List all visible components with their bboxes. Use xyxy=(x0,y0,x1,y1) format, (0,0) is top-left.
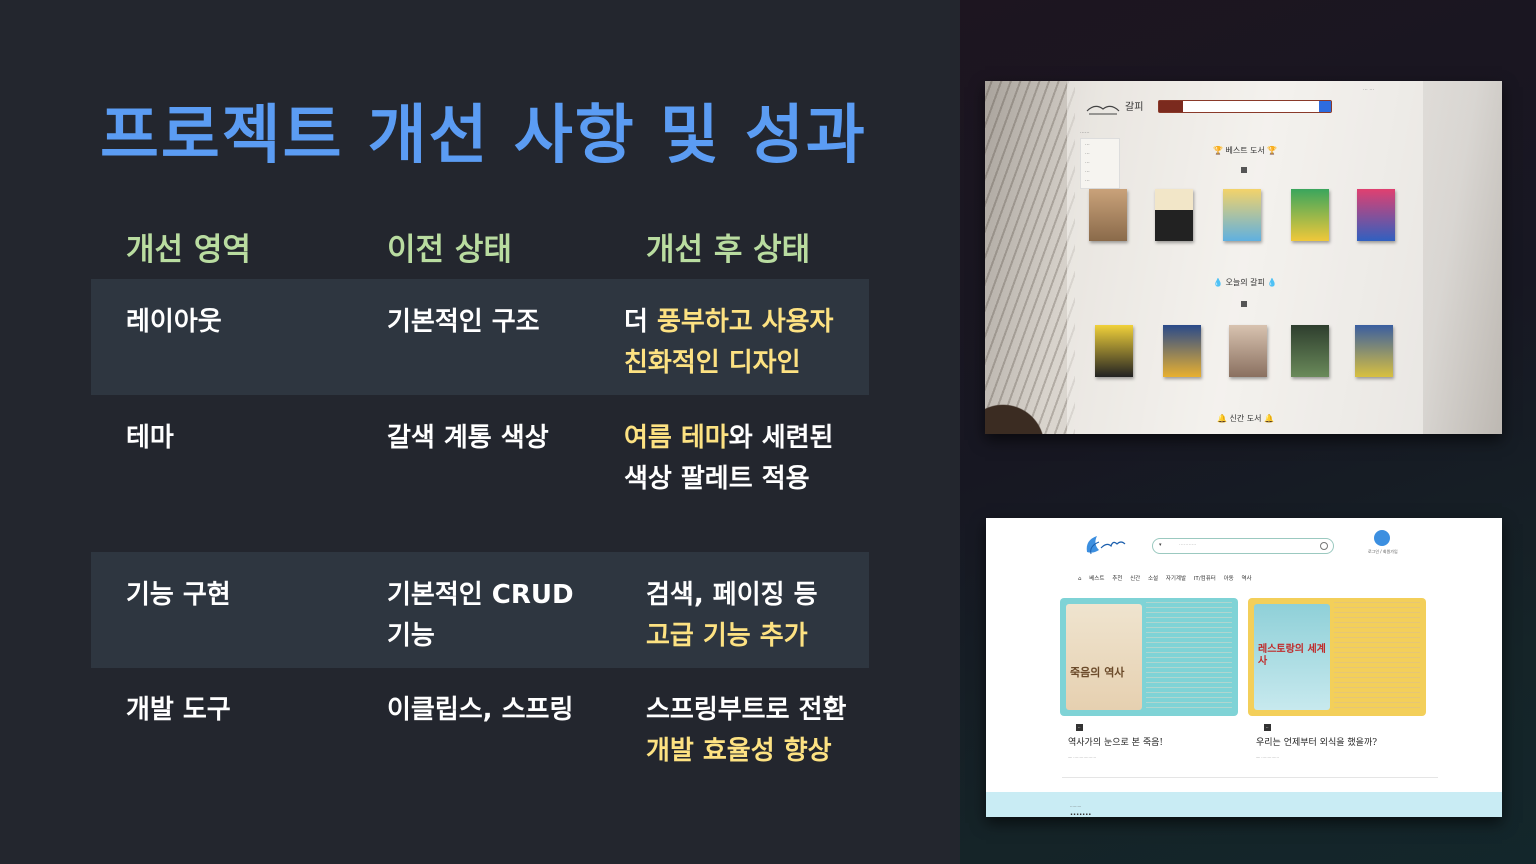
slide-title: 프로젝트 개선 사항 및 성과 xyxy=(100,99,867,173)
row3-before-line2: 기능 xyxy=(387,621,435,651)
old-book-3 xyxy=(1223,189,1261,241)
card1-subtext: — ·················· xyxy=(1068,755,1097,760)
nav-item: 베스트 xyxy=(1089,576,1105,582)
nav-item: IT/컴퓨터 xyxy=(1193,576,1216,582)
old-book-5 xyxy=(1357,189,1395,241)
home-icon: ⌂ xyxy=(1078,576,1082,582)
feature-card-1: 죽음의 역사 xyxy=(1060,598,1238,716)
row2-after-line1: 여름 테마와 세련된 xyxy=(624,423,834,453)
card2-cover-title: 레스토랑의 세계사 xyxy=(1258,644,1326,667)
user-avatar-icon xyxy=(1374,530,1390,546)
old-book-4 xyxy=(1291,189,1329,241)
row2-before: 갈색 계통 색상 xyxy=(387,423,549,453)
band-title: ······· xyxy=(1070,810,1092,817)
row1-after-line2: 친화적인 디자인 xyxy=(624,348,801,378)
old-book-1 xyxy=(1089,189,1127,241)
card2-tag: ·· xyxy=(1264,724,1271,731)
old-search-button xyxy=(1319,101,1331,112)
new-site-screenshot: ▾ ··········· 로그인 / 회원가입 ⌂ 베스트 추천 신간 소설 … xyxy=(986,518,1502,817)
slide-left-panel: 프로젝트 개선 사항 및 성과 개선 영역 이전 상태 개선 후 상태 레이아웃… xyxy=(0,0,960,864)
row4-before: 이클립스, 스프링 xyxy=(387,695,574,725)
old-search-bar xyxy=(1158,100,1332,113)
old-book-6 xyxy=(1095,325,1133,377)
card2-cover: 레스토랑의 세계사 xyxy=(1254,604,1330,710)
nav-item: 아동 xyxy=(1223,576,1234,582)
old-site-panel xyxy=(1067,81,1423,434)
card2-description xyxy=(1334,602,1420,712)
row3-after-line1: 검색, 페이징 등 xyxy=(646,580,818,610)
old-book-8 xyxy=(1229,325,1267,377)
nav-item: 소설 xyxy=(1147,576,1159,582)
row3-after-line2: 고급 기능 추가 xyxy=(646,621,808,651)
new-search-placeholder: ··········· xyxy=(1179,542,1197,548)
nav-item: 추천 xyxy=(1112,576,1123,582)
card1-cover: 죽음의 역사 xyxy=(1066,604,1142,710)
old-book-7 xyxy=(1163,325,1201,377)
book-logo-icon xyxy=(1086,105,1120,115)
band-subtitle: ········· xyxy=(1070,804,1082,809)
old-book-10 xyxy=(1355,325,1393,377)
row3-area: 기능 구현 xyxy=(126,580,231,610)
old-section-new: 🔔 신간 도서 🔔 xyxy=(1217,414,1274,423)
old-divider-icon-2 xyxy=(1241,301,1247,307)
old-category-list: ······ ··· ··· ··· ··· ··· xyxy=(1080,129,1120,189)
old-site-name: 갈피 xyxy=(1125,102,1144,113)
nav-item: 신간 xyxy=(1130,576,1141,582)
row4-area: 개발 도구 xyxy=(126,695,231,725)
card1-tag: ·· xyxy=(1076,724,1083,731)
old-book-9 xyxy=(1291,325,1329,377)
new-search-select: ▾ xyxy=(1159,542,1162,548)
feature-card-2: 레스토랑의 세계사 xyxy=(1248,598,1426,716)
nav-item: 역사 xyxy=(1241,576,1252,582)
new-nav-bar: ⌂ 베스트 추천 신간 소설 자기계발 IT/컴퓨터 아동 역사 xyxy=(1078,574,1258,582)
bottom-decoration xyxy=(985,374,1075,434)
card2-subtext: — ·············· xyxy=(1256,755,1280,760)
header-after: 개선 후 상태 xyxy=(646,232,811,268)
header-area: 개선 영역 xyxy=(126,232,251,268)
divider-line xyxy=(1062,777,1438,778)
card1-description xyxy=(1146,602,1232,712)
row1-before: 기본적인 구조 xyxy=(387,307,540,337)
bestseller-band: ········· ······· xyxy=(986,792,1502,817)
card2-caption: 우리는 언제부터 외식을 했을까? xyxy=(1256,738,1378,748)
old-site-screenshot: 갈피 ··· ··· ······ ··· ··· ··· ··· ··· 🏆 베스트 … xyxy=(985,81,1502,434)
row1-area: 레이아웃 xyxy=(126,307,222,337)
card1-cover-title: 죽음의 역사 xyxy=(1070,666,1125,679)
new-login-link: 로그인 / 회원가입 xyxy=(1368,549,1398,554)
row3-before-line1: 기본적인 CRUD xyxy=(387,580,574,610)
row1-after-line1: 더 풍부하고 사용자 xyxy=(624,307,834,337)
nav-item: 자기계발 xyxy=(1165,576,1187,582)
new-search-bar: ▾ ··········· xyxy=(1152,538,1334,554)
row4-after-line2: 개발 효율성 향상 xyxy=(646,736,832,766)
header-before: 이전 상태 xyxy=(387,232,512,268)
galphi-logo-icon xyxy=(1086,536,1126,555)
old-divider-icon xyxy=(1241,167,1247,173)
row2-area: 테마 xyxy=(126,423,174,453)
row2-after-line2: 색상 팔레트 적용 xyxy=(624,464,810,494)
old-section-best: 🏆 베스트 도서 🏆 xyxy=(1213,146,1278,155)
old-search-select xyxy=(1159,101,1183,112)
row4-after-line1: 스프링부트로 전환 xyxy=(646,695,847,725)
old-section-today: 💧 오늘의 갈피 💧 xyxy=(1213,278,1278,287)
old-top-links: ··· ··· xyxy=(1363,87,1375,93)
card1-caption: 역사가의 눈으로 본 죽음! xyxy=(1068,738,1163,748)
old-book-2 xyxy=(1155,189,1193,241)
search-icon xyxy=(1320,542,1328,550)
